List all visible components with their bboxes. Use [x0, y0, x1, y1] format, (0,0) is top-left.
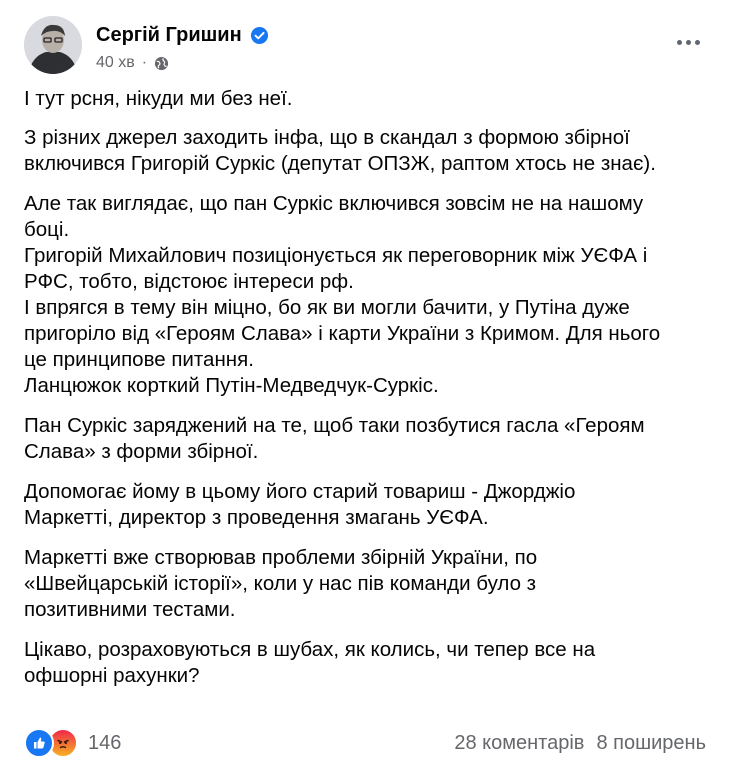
reaction-count: 146 [88, 731, 122, 754]
more-dot-icon [676, 39, 682, 45]
post-paragraph: Але так виглядає, що пан Суркіс включивс… [24, 192, 661, 397]
post-paragraph: З різних джерел заходить інфа, що в скан… [24, 126, 656, 175]
shares-count-link[interactable]: 8 поширень [596, 732, 706, 755]
facebook-post: Сергій Гришин 40 хв · І тут рсня, нікуди… [0, 0, 730, 774]
post-meta: 40 хв · [96, 54, 169, 72]
more-dot-icon [685, 39, 691, 45]
more-options-button[interactable] [670, 28, 706, 56]
author-name[interactable]: Сергій Гришин [96, 24, 242, 47]
reactions-summary[interactable]: 146 [24, 728, 121, 758]
post-paragraph: Допомогає йому в цьому його старий товар… [24, 480, 576, 529]
post-paragraph: І тут рсня, нікуди ми без неї. [24, 87, 293, 110]
engagement-stats: 28 коментарів 8 поширень [454, 732, 706, 755]
author-row: Сергій Гришин [96, 24, 269, 47]
author-avatar[interactable] [24, 16, 82, 74]
post-paragraph: Пан Суркіс заряджений на те, щоб таки по… [24, 414, 645, 463]
more-dot-icon [694, 39, 700, 45]
like-reaction-icon [24, 728, 54, 758]
verified-badge-icon [250, 26, 268, 45]
meta-separator: · [141, 54, 148, 71]
post-header: Сергій Гришин 40 хв · [24, 16, 706, 76]
post-timestamp[interactable]: 40 хв [96, 54, 135, 72]
post-paragraph: Цікаво, розраховуються в шубах, як колис… [24, 638, 596, 687]
post-paragraph: Маркетті вже створював проблеми збірній … [24, 546, 538, 621]
comments-count-link[interactable]: 28 коментарів [454, 732, 584, 755]
globe-icon[interactable] [154, 56, 169, 71]
post-footer: 146 28 коментарів 8 поширень [24, 726, 706, 760]
post-body: І тут рсня, нікуди ми без неї. З різних … [24, 86, 714, 689]
